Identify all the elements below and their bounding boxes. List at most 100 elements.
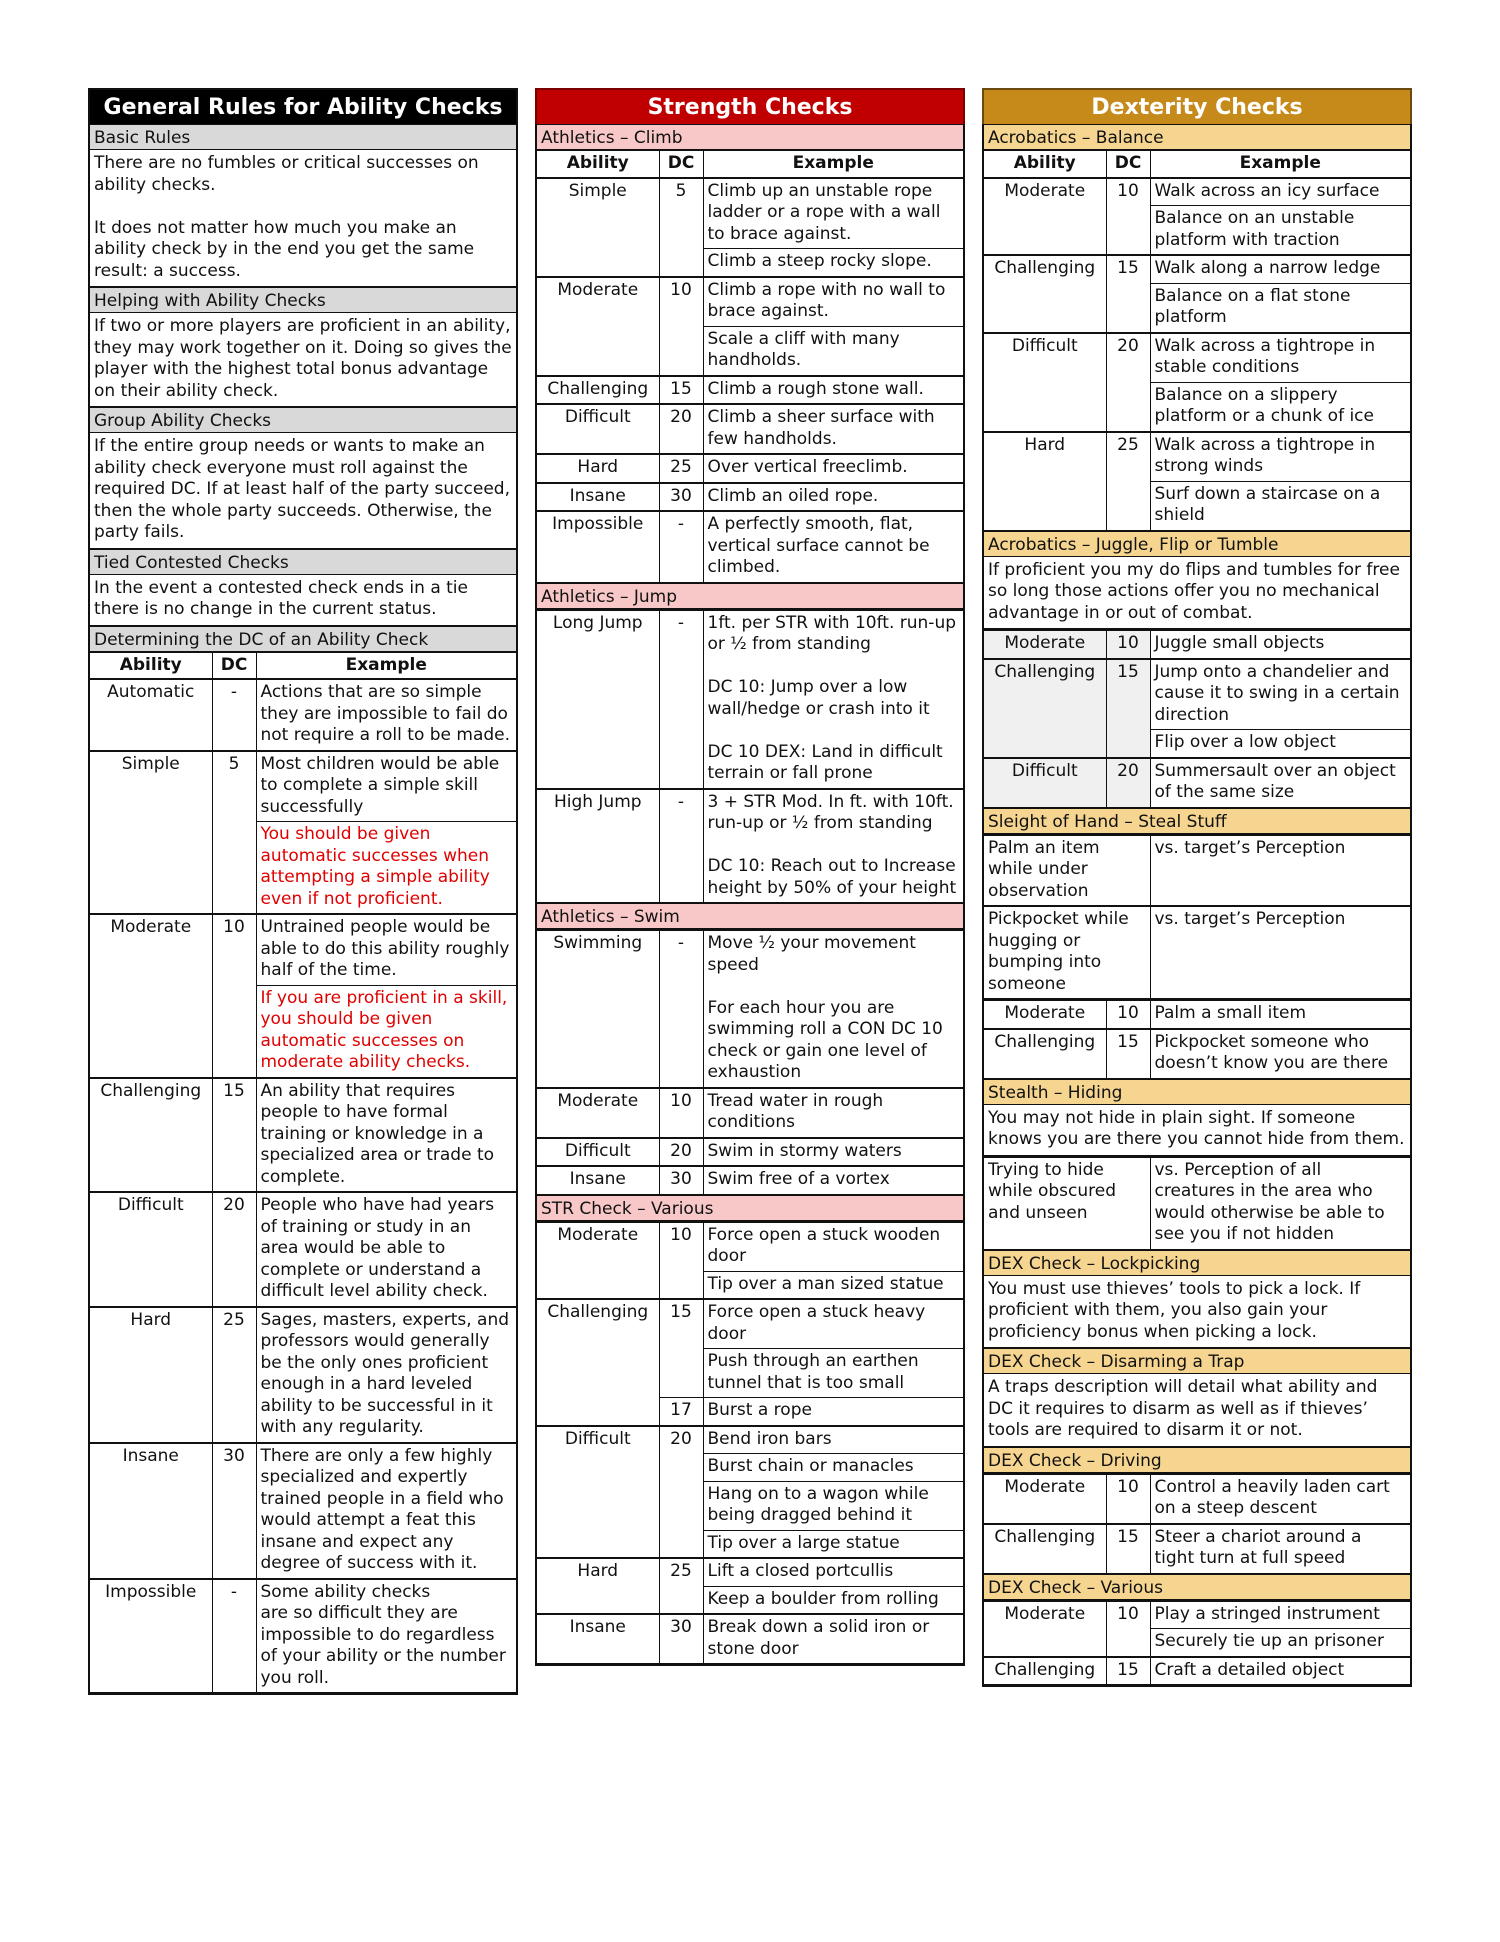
dc-cell: 30 <box>658 481 704 512</box>
dc-cell: 15 <box>658 374 704 405</box>
dc-table: Ability DC Example Automatic - Actions tha… <box>90 651 516 1693</box>
driving-heading: DEX Check – Driving <box>984 1446 1410 1473</box>
example-cell: Some ability checks are so difficult the… <box>255 1577 516 1693</box>
example-cell: Climb an oiled rope. <box>702 481 963 512</box>
ability-cell: Long Jump <box>537 608 660 789</box>
dc-cell: 25 <box>1105 430 1151 531</box>
ability-cell: Insane <box>537 1613 660 1664</box>
table-row: Moderate 10 Control a heavily laden cart o… <box>984 1472 1410 1524</box>
strength-section-body: Moderate 10 Force open a stuck wooden door… <box>537 1220 963 1664</box>
helping-text: If two or more players are proficient in… <box>90 313 516 407</box>
col-header-dc: DC <box>211 651 257 680</box>
helping-heading: Helping with Ability Checks <box>90 287 516 313</box>
ability-cell: Challenging <box>90 1076 213 1193</box>
example-cell: Burst chain or manacles <box>703 1453 963 1482</box>
ability-cell: Moderate <box>984 1599 1107 1657</box>
sleight-heading: Sleight of Hand – Steal Stuff <box>984 807 1410 834</box>
col-header-example: Example <box>1149 150 1410 178</box>
ability-cell: Challenging <box>984 657 1107 758</box>
ability-cell: Challenging <box>984 1655 1107 1685</box>
contested-versus: vs. target’s Perception <box>1149 905 1410 999</box>
example-cell: 3 + STR Mod. In ft. with 10ft. run-up or… <box>702 787 963 903</box>
dc-cell: 15 <box>1105 1655 1151 1685</box>
table-row: Moderate 10 Tread water in rough condition… <box>537 1086 963 1138</box>
stealth-text: You may not hide in plain sight. If some… <box>984 1105 1410 1156</box>
ability-cell: Moderate <box>537 1086 660 1138</box>
dc-cell: 25 <box>658 453 704 483</box>
lockpicking-text: You must use thieves’ tools to pick a lo… <box>984 1276 1410 1348</box>
general-rules-column: General Rules for Ability Checks Basic R… <box>88 88 518 1695</box>
dc-cell: 20 <box>658 1424 704 1559</box>
strength-section-heading: Athletics – Jump <box>537 582 963 609</box>
table-row: Moderate 10 Play a stringed instrument <box>984 1599 1410 1657</box>
stealth-contested-table: Trying to hide while obscured and unseen… <box>984 1155 1410 1250</box>
dc-cell: 10 <box>211 913 257 1078</box>
example-cell: Climb up an unstable rope ladder or a ro… <box>702 176 963 249</box>
ability-cell: Challenging <box>984 1027 1107 1079</box>
dc-cell: - <box>211 1577 257 1693</box>
dc-cell: 15 <box>211 1076 257 1193</box>
dc-cell: 10 <box>1105 1599 1151 1657</box>
ability-cell: Moderate <box>90 913 213 1078</box>
dc-cell: 15 <box>1105 1522 1151 1574</box>
dc-cell: 5 <box>211 749 257 915</box>
contested-row: Palm an item while under observation vs. … <box>984 833 1410 907</box>
contested-row: Trying to hide while obscured and unseen… <box>984 1155 1410 1250</box>
balance-table-body: Moderate 10 Walk across an icy surface Bala… <box>984 176 1410 531</box>
dc-cell: 10 <box>658 275 704 376</box>
table-row: Insane 30 Swim free of a vortex <box>537 1165 963 1195</box>
example-cell: Summersault over an object of the same s… <box>1149 756 1410 808</box>
sleight-contested-table: Palm an item while under observation vs. … <box>984 833 1410 1000</box>
ability-cell: Moderate <box>984 629 1107 659</box>
table-row: Insane 30 There are only a few highly spec… <box>90 1441 516 1579</box>
example-cell: Climb a rough stone wall. <box>702 374 963 405</box>
dc-cell: - <box>658 510 704 583</box>
dc-cell: 15 <box>1105 657 1151 758</box>
contested-versus: vs. Perception of all creatures in the a… <box>1149 1155 1410 1250</box>
example-cell: Climb a rope with no wall to brace again… <box>702 275 963 327</box>
col-header-ability: Ability <box>90 651 213 680</box>
example-cell: Untrained people would be able to do thi… <box>255 913 516 986</box>
table-row: Impossible - Some ability checks are so di… <box>90 1577 516 1693</box>
proficiency-note: If you are proficient in a skill, you sh… <box>256 984 516 1078</box>
ability-cell: Moderate <box>984 176 1107 256</box>
ability-cell: Difficult <box>537 403 660 455</box>
col-header-ability: Ability <box>537 150 660 178</box>
general-rules-title: General Rules for Ability Checks <box>88 88 518 124</box>
ability-cell: Difficult <box>90 1191 213 1307</box>
dexterity-column: Dexterity Checks Acrobatics – Balance Ab… <box>982 88 1412 1687</box>
basic-rules-text: There are no fumbles or critical success… <box>90 150 516 287</box>
table-row: Challenging 15 An ability that requires pe… <box>90 1076 516 1193</box>
tied-checks-heading: Tied Contested Checks <box>90 548 516 575</box>
dc-cell: 15 <box>658 1298 704 1398</box>
group-checks-text: If the entire group needs or wants to ma… <box>90 433 516 549</box>
dc-cell: 20 <box>658 1136 704 1167</box>
example-cell: Burst a rope <box>702 1397 963 1426</box>
example-cell: Balance on an unstable platform with tra… <box>1150 205 1410 256</box>
stealth-contested-body: Trying to hide while obscured and unseen… <box>984 1155 1410 1250</box>
example-cell: Break down a solid iron or stone door <box>702 1613 963 1664</box>
dc-cell: 10 <box>1105 1472 1151 1524</box>
contested-action: Palm an item while under observation <box>984 833 1151 907</box>
table-header-row: Ability DC Example <box>537 150 963 178</box>
example-cell: Walk across a tightrope in stable condit… <box>1149 331 1410 383</box>
ability-cell: Swimming <box>537 929 660 1088</box>
table-row: Difficult 20 Bend iron bars <box>537 1424 963 1559</box>
dc-cell: 30 <box>658 1165 704 1195</box>
example-cell: Scale a cliff with many handholds. <box>703 325 963 376</box>
dc-cell: 25 <box>658 1557 704 1615</box>
ability-cell: Moderate <box>984 1472 1107 1524</box>
table-row: Simple 5 Most children would be able to co… <box>90 749 516 915</box>
ability-cell: Challenging <box>537 1298 660 1426</box>
dc-cell: 30 <box>211 1441 257 1579</box>
lockpicking-heading: DEX Check – Lockpicking <box>984 1249 1410 1276</box>
example-cell: Lift a closed portcullis <box>702 1557 963 1587</box>
table-row: Swimming - Move ½ your movement speed For … <box>537 929 963 1088</box>
example-cell: Jump onto a chandelier and cause it to s… <box>1149 657 1410 730</box>
ability-cell: High Jump <box>537 787 660 903</box>
strength-section-body: Swimming - Move ½ your movement speed For … <box>537 929 963 1195</box>
table-row: Insane 30 Break down a solid iron or stone… <box>537 1613 963 1664</box>
trap-heading: DEX Check – Disarming a Trap <box>984 1348 1410 1374</box>
dc-cell: 10 <box>1105 629 1151 659</box>
example-cell: Balance on a flat stone platform <box>1150 282 1410 333</box>
